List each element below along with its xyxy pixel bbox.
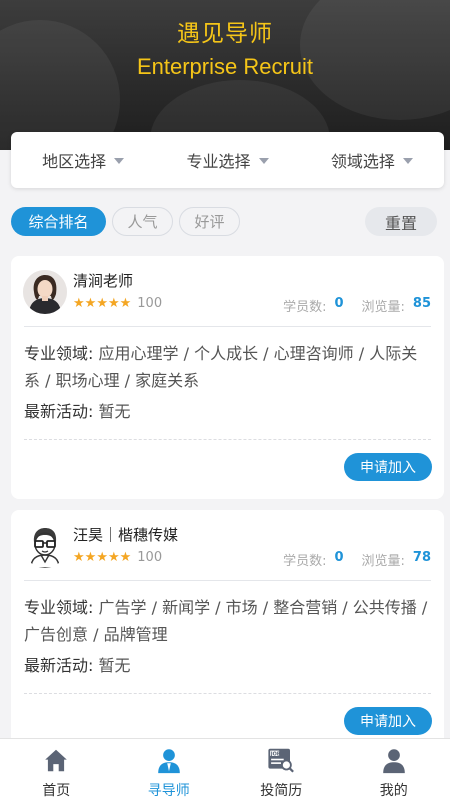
star-icon: ★ (73, 549, 85, 565)
reset-button[interactable]: 重置 (365, 207, 437, 236)
divider (24, 580, 431, 581)
star-icon: ★ (96, 295, 108, 311)
students-label: 学员数: (283, 300, 327, 315)
field-row: 专业领域: 广告学 / 新闻学 / 市场 / 整合营销 / 公共传播 / 广告创… (24, 594, 431, 648)
tab-profile[interactable]: 我的 (338, 739, 450, 800)
mentor-name: 清涧老师 (73, 272, 134, 290)
students-stat: 学员数: 0 (283, 296, 343, 315)
page-subtitle: Enterprise Recruit (136, 54, 314, 79)
user-icon (382, 749, 405, 774)
students-stat: 学员数: 0 (283, 550, 343, 569)
filter-region[interactable]: 地区选择 (11, 148, 155, 172)
sort-overall-button[interactable]: 综合排名 (11, 207, 106, 236)
views-label: 浏览量: (361, 300, 405, 315)
mentor-name: 汪昊｜楷穗传媒 (73, 526, 179, 544)
star-icon: ★ (107, 549, 120, 565)
dashed-divider (24, 693, 431, 694)
activity-value: 暂无 (98, 402, 131, 421)
field-row: 专业领域: 应用心理学 / 个人成长 / 心理咨询师 / 人际关系 / 职场心理… (24, 340, 431, 394)
apply-button[interactable]: 申请加入 (344, 453, 432, 481)
header-banner: 遇见导师 Enterprise Recruit (0, 0, 450, 150)
activity-label: 最新活动: (24, 656, 94, 675)
star-icon: ★ (96, 549, 108, 565)
field-label: 专业领域: (24, 598, 94, 617)
views-label: 浏览量: (361, 554, 405, 569)
rating-score: 100 (137, 550, 163, 565)
students-label: 学员数: (283, 554, 327, 569)
star-icon: ★ (119, 549, 132, 565)
tab-label: 投简历 (260, 783, 303, 799)
star-icon: ★ (84, 549, 97, 565)
caret-down-icon (258, 158, 269, 164)
caret-down-icon (114, 158, 125, 164)
field-label: 专业领域: (24, 344, 94, 363)
filter-bar: 地区选择 专业选择 领域选择 (11, 132, 444, 188)
filter-domain[interactable]: 领域选择 (300, 148, 444, 172)
views-stat: 浏览量: 85 (362, 296, 431, 315)
dashed-divider (24, 439, 431, 440)
svg-text:JOB: JOB (270, 751, 281, 757)
avatar (23, 524, 67, 568)
students-count: 0 (334, 296, 344, 311)
star-icon: ★ (73, 295, 85, 311)
sort-popularity-button[interactable]: 人气 (112, 207, 173, 236)
home-icon (45, 749, 68, 772)
activity-label: 最新活动: (24, 402, 94, 421)
views-count: 78 (412, 550, 431, 565)
avatar (23, 270, 67, 314)
star-icon: ★ (107, 295, 120, 311)
rating-score: 100 (137, 296, 163, 311)
tab-label: 我的 (379, 783, 408, 799)
mentor-icon (157, 749, 180, 774)
star-icon: ★ (119, 295, 132, 311)
filter-domain-label: 领域选择 (330, 152, 395, 171)
sort-rating-button[interactable]: 好评 (179, 207, 240, 236)
views-stat: 浏览量: 78 (362, 550, 431, 569)
activity-row: 最新活动: 暂无 (24, 652, 431, 679)
star-rating: ★ ★ ★ ★ ★ 100 (73, 296, 162, 311)
tab-find-mentor[interactable]: 寻导师 (113, 739, 226, 800)
tab-home[interactable]: 首页 (0, 739, 113, 800)
filter-region-label: 地区选择 (42, 152, 107, 171)
filter-major-label: 专业选择 (186, 152, 251, 171)
students-count: 0 (334, 550, 344, 565)
tab-label: 寻导师 (147, 783, 190, 799)
divider (24, 326, 431, 327)
mentor-stats: 学员数: 0 浏览量: 85 (265, 296, 431, 315)
bottom-tab-bar: 首页 寻导师 JOB 投简历 我的 (0, 738, 450, 800)
caret-down-icon (402, 158, 413, 164)
mentor-card[interactable]: 清涧老师 ★ ★ ★ ★ ★ 100 学员数: 0 浏览量: 85 专业领域: … (11, 256, 444, 499)
tab-label: 首页 (42, 783, 71, 799)
tab-resume[interactable]: JOB 投简历 (225, 739, 338, 800)
star-icon: ★ (84, 295, 97, 311)
activity-row: 最新活动: 暂无 (24, 398, 431, 425)
filter-major[interactable]: 专业选择 (155, 148, 299, 172)
activity-value: 暂无 (98, 656, 131, 675)
page-title: 遇见导师 (177, 21, 273, 47)
mentor-card[interactable]: 汪昊｜楷穗传媒 ★ ★ ★ ★ ★ 100 学员数: 0 浏览量: 78 专业领… (11, 510, 444, 750)
job-resume-icon: JOB (268, 748, 295, 773)
star-rating: ★ ★ ★ ★ ★ 100 (73, 550, 162, 565)
apply-button[interactable]: 申请加入 (344, 707, 432, 735)
sort-row: 综合排名 人气 好评 重置 (11, 207, 437, 237)
mentor-stats: 学员数: 0 浏览量: 78 (265, 550, 431, 569)
views-count: 85 (412, 296, 431, 311)
